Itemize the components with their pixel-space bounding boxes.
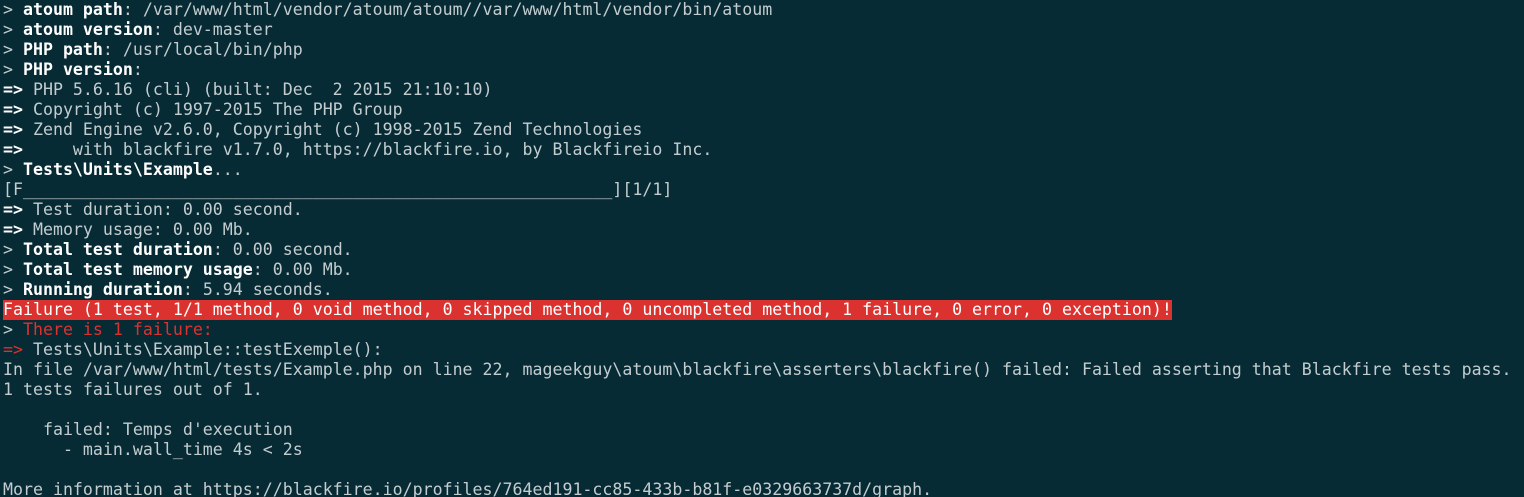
zend-engine-line: => Zend Engine v2.6.0, Copyright (c) 199… (3, 120, 1524, 140)
line-text: ... (212, 160, 243, 179)
failed-assertion-line: failed: Temps d'execution (3, 420, 1524, 440)
line-text: Zend Engine v2.6.0, Copyright (c) 1998-2… (22, 120, 643, 139)
failure-count-text: There is 1 failure: (22, 320, 213, 339)
line-text: : /var/www/html/vendor/atoum/atoum//var/… (122, 0, 773, 19)
php-copyright-line: => Copyright (c) 1997-2015 The PHP Group (3, 100, 1524, 120)
arrow-prefix: => (3, 80, 23, 99)
total-memory-line: > Total test memory usage: 0.00 Mb. (3, 260, 1524, 280)
failures-count-line: 1 tests failures out of 1. (3, 380, 1524, 400)
line-text: : (132, 60, 143, 79)
failure-summary-line: Failure (1 test, 1/1 method, 0 void meth… (3, 300, 1524, 320)
wall-time-line: - main.wall_time 4s < 2s (3, 440, 1524, 460)
line-prefix: > (3, 60, 23, 79)
memory-usage-line: => Memory usage: 0.00 Mb. (3, 220, 1524, 240)
progress-bar-line: [F______________________________________… (3, 180, 1524, 200)
line-text: Test duration: 0.00 second. (22, 200, 303, 219)
arrow-prefix: => (3, 220, 23, 239)
running-duration-line: > Running duration: 5.94 seconds. (3, 280, 1524, 300)
line-label: Tests\Units\Example (22, 160, 213, 179)
line-label: atoum version (22, 20, 153, 39)
line-prefix: > (3, 20, 23, 39)
php-info-line: => PHP 5.6.16 (cli) (built: Dec 2 2015 2… (3, 80, 1524, 100)
line-text: PHP 5.6.16 (cli) (built: Dec 2 2015 21:1… (22, 80, 493, 99)
arrow-prefix: => (3, 140, 23, 159)
arrow-prefix: => (3, 200, 23, 219)
arrow-prefix: => (3, 100, 23, 119)
line-text: Tests\Units\Example::testExemple(): (22, 340, 383, 359)
line-text: - main.wall_time 4s < 2s (3, 440, 303, 459)
line-text: Memory usage: 0.00 Mb. (22, 220, 253, 239)
line-prefix: > (3, 280, 23, 299)
line-text: : 5.94 seconds. (182, 280, 333, 299)
line-label: atoum path (22, 0, 123, 19)
php-version-line: > PHP version: (3, 60, 1524, 80)
line-text: Copyright (c) 1997-2015 The PHP Group (22, 100, 403, 119)
line-text: : 0.00 second. (212, 240, 353, 259)
line-label: PHP version (22, 60, 133, 79)
failure-banner: Failure (1 test, 1/1 method, 0 void meth… (3, 300, 1172, 320)
line-text: : dev-master (152, 20, 273, 39)
line-prefix: > (3, 160, 23, 179)
line-prefix: > (3, 40, 23, 59)
terminal-output[interactable]: > atoum path: /var/www/html/vendor/atoum… (0, 0, 1524, 497)
line-text: More information at https://blackfire.io… (3, 480, 933, 497)
line-label: Running duration (22, 280, 183, 299)
line-text: with blackfire v1.7.0, https://blackfire… (22, 140, 713, 159)
line-prefix: > (3, 240, 23, 259)
line-label: PHP path (22, 40, 103, 59)
blackfire-ext-line: => with blackfire v1.7.0, https://blackf… (3, 140, 1524, 160)
line-label: Total test memory usage (22, 260, 253, 279)
line-prefix: > (3, 320, 23, 339)
arrow-prefix: => (3, 120, 23, 139)
atoum-version-line: > atoum version: dev-master (3, 20, 1524, 40)
line-label: Total test duration (22, 240, 213, 259)
line-text: : 0.00 Mb. (252, 260, 353, 279)
line-text: In file /var/www/html/tests/Example.php … (3, 360, 1512, 379)
failed-test-line: => Tests\Units\Example::testExemple(): (3, 340, 1524, 360)
more-info-line: More information at https://blackfire.io… (3, 480, 1524, 497)
php-path-line: > PHP path: /usr/local/bin/php (3, 40, 1524, 60)
line-text: failed: Temps d'execution (3, 420, 293, 439)
failure-count-line: > There is 1 failure: (3, 320, 1524, 340)
line-text: [F______________________________________… (3, 180, 673, 199)
total-duration-line: > Total test duration: 0.00 second. (3, 240, 1524, 260)
line-text: 1 tests failures out of 1. (3, 380, 263, 399)
atoum-path-line: > atoum path: /var/www/html/vendor/atoum… (3, 0, 1524, 20)
test-class-line: > Tests\Units\Example... (3, 160, 1524, 180)
line-text: : /usr/local/bin/php (102, 40, 303, 59)
line-prefix: > (3, 260, 23, 279)
test-duration-line: => Test duration: 0.00 second. (3, 200, 1524, 220)
line-prefix: > (3, 0, 23, 19)
failure-detail-line: In file /var/www/html/tests/Example.php … (3, 360, 1524, 380)
red-arrow-prefix: => (3, 340, 23, 359)
